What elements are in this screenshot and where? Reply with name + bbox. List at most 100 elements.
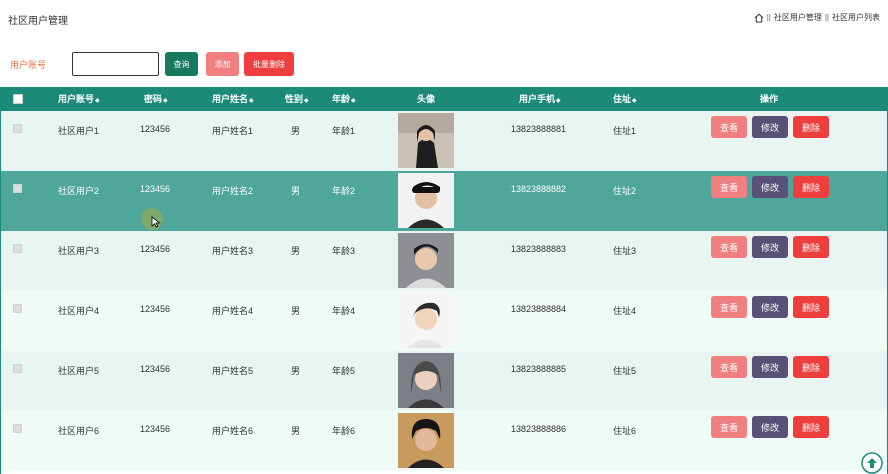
cell-gender: 男 [291, 426, 301, 436]
row-checkbox[interactable] [13, 304, 22, 313]
view-button[interactable]: 查看 [711, 236, 747, 258]
sort-icon[interactable]: ◆ [249, 98, 254, 104]
cell-address: 住址5 [613, 366, 637, 376]
cell-address: 住址4 [613, 306, 637, 316]
cell-gender: 男 [291, 126, 301, 136]
add-button[interactable]: 添加 [206, 52, 239, 76]
cell-account: 社区用户6 [58, 426, 100, 436]
cell-password: 123456 [140, 244, 171, 254]
cell-phone: 13823888883 [511, 244, 567, 254]
row-checkbox[interactable] [13, 364, 22, 373]
cell-password: 123456 [140, 124, 171, 134]
row-checkbox[interactable] [13, 424, 22, 433]
cell-account: 社区用户5 [58, 366, 100, 376]
delete-button[interactable]: 删除 [793, 176, 829, 198]
view-button[interactable]: 查看 [711, 416, 747, 438]
view-button[interactable]: 查看 [711, 356, 747, 378]
delete-button[interactable]: 删除 [793, 356, 829, 378]
batch-delete-button[interactable]: 批量删除 [244, 52, 294, 76]
cell-address: 住址2 [613, 186, 637, 196]
cell-phone: 13823888881 [511, 124, 567, 134]
column-header-avatar: 头像 [417, 94, 436, 104]
sort-icon[interactable]: ◆ [351, 98, 356, 104]
delete-button[interactable]: 删除 [793, 236, 829, 258]
cell-name: 用户姓名3 [212, 246, 254, 256]
avatar [398, 113, 454, 168]
breadcrumb-item-user-management[interactable]: 社区用户管理 [774, 12, 822, 23]
edit-button[interactable]: 修改 [752, 116, 788, 138]
cell-address: 住址3 [613, 246, 637, 256]
sort-icon[interactable]: ◆ [556, 98, 561, 104]
edit-button[interactable]: 修改 [752, 416, 788, 438]
edit-button[interactable]: 修改 [752, 176, 788, 198]
cell-age: 年龄6 [332, 426, 356, 436]
column-header-phone[interactable]: 用户手机◆ [519, 87, 561, 111]
cell-name: 用户姓名5 [212, 366, 254, 376]
row-checkbox[interactable] [13, 124, 22, 133]
edit-button[interactable]: 修改 [752, 236, 788, 258]
arrow-up-circle-icon[interactable] [860, 452, 884, 474]
table-row[interactable]: 社区用户4 123456 用户姓名4 男 年龄4 13823888884 住址4… [1, 291, 887, 351]
cell-gender: 男 [291, 306, 301, 316]
cell-phone: 13823888882 [511, 184, 567, 194]
cell-age: 年龄4 [332, 306, 356, 316]
mouse-cursor-icon [151, 216, 161, 228]
view-button[interactable]: 查看 [711, 296, 747, 318]
row-checkbox[interactable] [13, 244, 22, 253]
column-header-address[interactable]: 住址◆ [613, 87, 637, 111]
view-button[interactable]: 查看 [711, 176, 747, 198]
query-button[interactable]: 查询 [165, 52, 198, 76]
cell-name: 用户姓名6 [212, 426, 254, 436]
sort-icon[interactable]: ◆ [632, 98, 637, 104]
cell-gender: 男 [291, 366, 301, 376]
avatar [398, 233, 454, 288]
table-row[interactable]: 社区用户2 123456 用户姓名2 男 年龄2 13823888882 住址2… [1, 171, 887, 231]
avatar [398, 413, 454, 468]
column-header-gender[interactable]: 性别◆ [285, 87, 309, 111]
sort-icon[interactable]: ◆ [304, 98, 309, 104]
avatar [398, 293, 454, 348]
cell-name: 用户姓名1 [212, 126, 254, 136]
cell-age: 年龄1 [332, 126, 356, 136]
view-button[interactable]: 查看 [711, 116, 747, 138]
column-header-name[interactable]: 用户姓名◆ [212, 87, 254, 111]
breadcrumb-separator: || [824, 13, 829, 22]
column-header-password[interactable]: 密码◆ [144, 87, 168, 111]
table-row[interactable]: 社区用户3 123456 用户姓名3 男 年龄3 13823888883 住址3… [1, 231, 887, 291]
row-checkbox[interactable] [13, 184, 22, 193]
user-table: 用户账号◆ 密码◆ 用户姓名◆ 性别◆ 年龄◆ 头像 用户手机◆ 住址◆ 操作 … [0, 87, 888, 474]
column-header-account[interactable]: 用户账号◆ [58, 87, 100, 111]
cell-age: 年龄3 [332, 246, 356, 256]
select-all-checkbox[interactable] [13, 94, 23, 104]
cell-phone: 13823888884 [511, 304, 567, 314]
cell-age: 年龄2 [332, 186, 356, 196]
column-header-actions: 操作 [760, 94, 779, 104]
cell-name: 用户姓名2 [212, 186, 254, 196]
cell-address: 住址1 [613, 126, 637, 136]
home-icon[interactable] [754, 13, 764, 23]
cell-account: 社区用户1 [58, 126, 100, 136]
cell-address: 住址6 [613, 426, 637, 436]
sort-icon[interactable]: ◆ [163, 98, 168, 104]
table-row[interactable]: 社区用户5 123456 用户姓名5 男 年龄5 13823888885 住址5… [1, 351, 887, 411]
edit-button[interactable]: 修改 [752, 296, 788, 318]
table-header: 用户账号◆ 密码◆ 用户姓名◆ 性别◆ 年龄◆ 头像 用户手机◆ 住址◆ 操作 [1, 87, 887, 111]
search-label: 用户账号 [10, 60, 47, 70]
table-row[interactable]: 社区用户1 123456 用户姓名1 男 年龄1 13823888881 住址1… [1, 111, 887, 171]
edit-button[interactable]: 修改 [752, 356, 788, 378]
cell-gender: 男 [291, 186, 301, 196]
cell-password: 123456 [140, 364, 171, 374]
delete-button[interactable]: 删除 [793, 296, 829, 318]
delete-button[interactable]: 删除 [793, 116, 829, 138]
account-search-input[interactable] [72, 52, 159, 76]
column-header-age[interactable]: 年龄◆ [332, 87, 356, 111]
cell-account: 社区用户2 [58, 186, 100, 196]
table-row[interactable]: 社区用户6 123456 用户姓名6 男 年龄6 13823888886 住址6… [1, 411, 887, 471]
cell-phone: 13823888885 [511, 364, 567, 374]
avatar [398, 173, 454, 228]
avatar [398, 353, 454, 408]
delete-button[interactable]: 删除 [793, 416, 829, 438]
cell-name: 用户姓名4 [212, 306, 254, 316]
cell-gender: 男 [291, 246, 301, 256]
sort-icon[interactable]: ◆ [95, 98, 100, 104]
